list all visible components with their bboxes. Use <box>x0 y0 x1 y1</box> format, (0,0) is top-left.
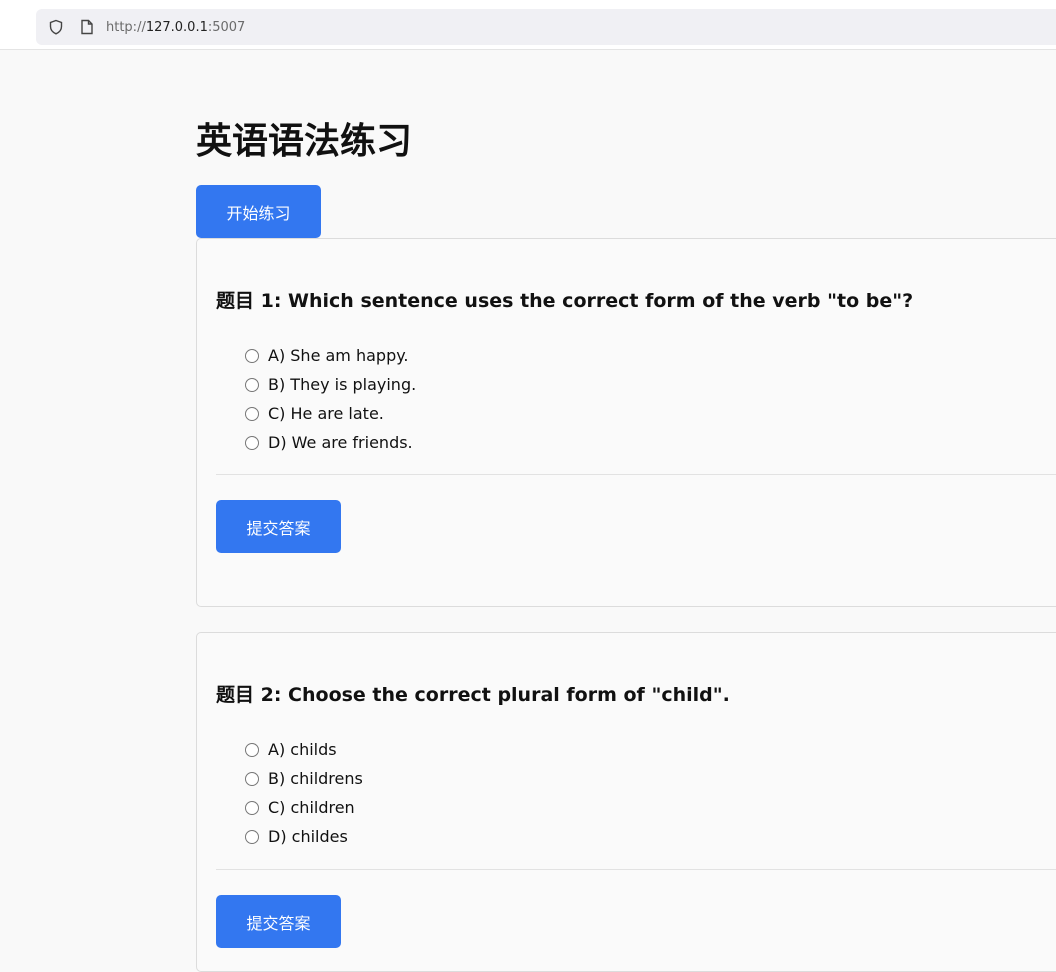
radio-button[interactable] <box>245 742 259 757</box>
option-item[interactable]: A) childs <box>245 735 363 764</box>
browser-toolbar: http://127.0.0.1:5007 <box>0 0 1056 50</box>
page-title: 英语语法练习 <box>196 121 413 162</box>
option-item[interactable]: C) He are late. <box>245 399 416 428</box>
radio-button[interactable] <box>245 406 259 421</box>
url-port: :5007 <box>207 19 246 35</box>
option-list: A) She am happy. B) They is playing. C) … <box>245 341 416 457</box>
option-item[interactable]: D) childes <box>245 822 363 851</box>
shield-icon[interactable] <box>48 19 64 35</box>
option-label: B) They is playing. <box>268 375 417 394</box>
page-icon <box>80 19 94 35</box>
question-title: 题目 1: Which sentence uses the correct fo… <box>216 290 914 312</box>
question-card-2: 题目 2: Choose the correct plural form of … <box>196 632 1056 972</box>
option-item[interactable]: B) childrens <box>245 764 363 793</box>
option-label: A) She am happy. <box>268 346 409 365</box>
address-bar[interactable]: http://127.0.0.1:5007 <box>36 9 1056 45</box>
submit-answer-button[interactable]: 提交答案 <box>216 500 341 553</box>
option-label: A) childs <box>268 740 337 759</box>
url-host: 127.0.0.1 <box>145 19 208 35</box>
url-text[interactable]: http://127.0.0.1:5007 <box>106 20 245 35</box>
radio-button[interactable] <box>245 829 259 844</box>
radio-button[interactable] <box>245 348 259 363</box>
divider <box>216 869 1056 870</box>
radio-button[interactable] <box>245 800 259 815</box>
url-prefix: http:// <box>106 19 146 35</box>
option-label: D) childes <box>268 827 348 846</box>
radio-button[interactable] <box>245 377 259 392</box>
question-card-1: 题目 1: Which sentence uses the correct fo… <box>196 238 1056 607</box>
option-item[interactable]: A) She am happy. <box>245 341 416 370</box>
radio-button[interactable] <box>245 771 259 786</box>
start-practice-button[interactable]: 开始练习 <box>196 185 321 238</box>
submit-answer-button[interactable]: 提交答案 <box>216 895 341 948</box>
option-label: B) childrens <box>268 769 363 788</box>
option-label: C) He are late. <box>268 404 384 423</box>
question-title: 题目 2: Choose the correct plural form of … <box>216 684 730 706</box>
option-item[interactable]: D) We are friends. <box>245 428 416 457</box>
option-label: D) We are friends. <box>268 433 413 452</box>
radio-button[interactable] <box>245 435 259 450</box>
option-list: A) childs B) childrens C) children D) ch… <box>245 735 363 851</box>
divider <box>216 474 1056 475</box>
option-item[interactable]: B) They is playing. <box>245 370 416 399</box>
option-item[interactable]: C) children <box>245 793 363 822</box>
option-label: C) children <box>268 798 355 817</box>
